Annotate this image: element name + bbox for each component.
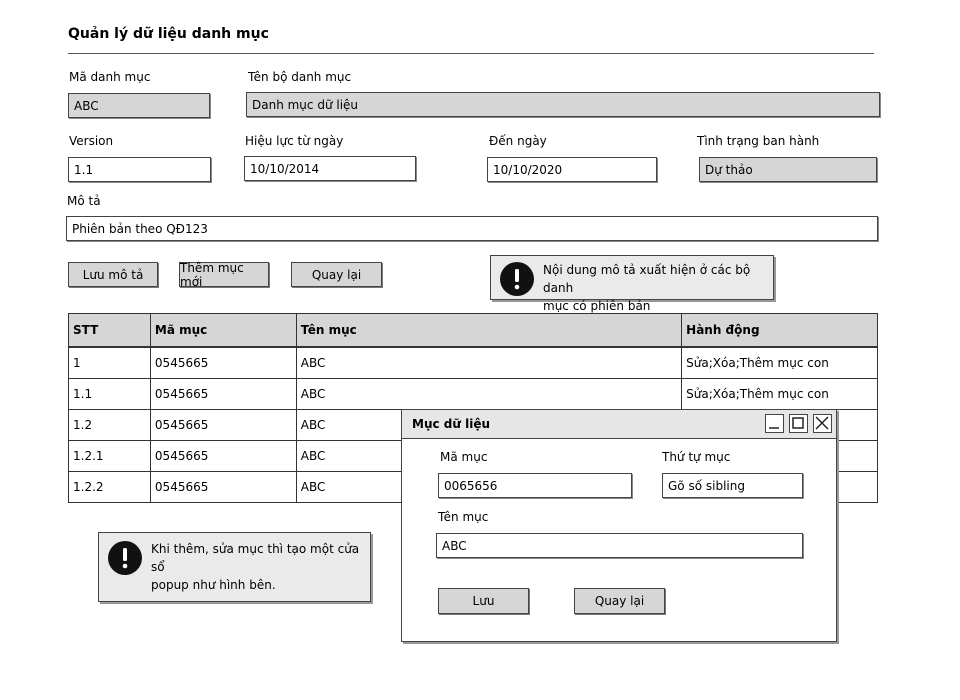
minimize-icon[interactable] (765, 414, 784, 433)
note1-line1: Nội dung mô tả xuất hiện ở các bộ danh (543, 263, 751, 295)
to-date-value: 10/10/2020 (493, 162, 563, 177)
name-value: Danh mục dữ liệu (252, 97, 359, 112)
maximize-icon[interactable] (789, 414, 808, 433)
cell-code: 0545665 (149, 346, 297, 379)
status-label: Tình trạng ban hành (697, 134, 820, 148)
add-item-button[interactable]: Thêm mục mới (179, 261, 269, 289)
from-date-value: 10/10/2014 (250, 161, 320, 176)
cell-code: 0545665 (149, 409, 297, 441)
table-header-row: STT Mã mục Tên mục Hành động (68, 313, 878, 348)
cell-stt: 1.2 (68, 409, 151, 441)
note2-line1: Khi thêm, sửa mục thì tạo một cửa sổ (151, 542, 360, 574)
warning-icon (108, 541, 142, 575)
close-icon[interactable] (813, 414, 832, 433)
status-field[interactable]: Dự thảo (699, 157, 877, 182)
dialog-order-label: Thứ tự mục (662, 450, 731, 464)
version-label: Version (69, 134, 114, 148)
cell-code: 0545665 (149, 440, 297, 472)
description-value: Phiên bản theo QĐ123 (72, 221, 208, 236)
cell-code: 0545665 (149, 378, 297, 410)
dialog-code-field[interactable]: 0065656 (438, 473, 632, 498)
cell-stt: 1.2.2 (68, 471, 151, 503)
dialog-title: Mục dữ liệu (412, 417, 490, 431)
dialog-order-placeholder: Gõ số sibling (668, 478, 745, 493)
header-stt: STT (68, 313, 151, 348)
cell-code: 0545665 (149, 471, 297, 503)
title-divider (68, 53, 874, 54)
cell-stt: 1.1 (68, 378, 151, 410)
cell-name: ABC (295, 346, 683, 379)
from-date-field[interactable]: 10/10/2014 (244, 156, 416, 181)
cell-stt: 1.2.1 (68, 440, 151, 472)
page-title: Quản lý dữ liệu danh mục (68, 26, 269, 42)
code-label: Mã danh mục (69, 70, 151, 84)
name-field[interactable]: Danh mục dữ liệu (246, 92, 880, 117)
description-field[interactable]: Phiên bản theo QĐ123 (66, 216, 878, 241)
save-description-button[interactable]: Lưu mô tả (68, 262, 158, 287)
name-label: Tên bộ danh mục (248, 70, 352, 84)
status-value: Dự thảo (705, 162, 753, 177)
to-date-field[interactable]: 10/10/2020 (487, 157, 657, 182)
dialog-name-label: Tên mục (438, 510, 489, 524)
header-name: Tên mục (295, 313, 683, 348)
cell-stt: 1 (68, 346, 151, 379)
code-field[interactable]: ABC (68, 93, 210, 118)
dialog-name-value: ABC (442, 538, 467, 553)
cell-name: ABC (295, 378, 683, 410)
table-row[interactable]: 1.1 0545665 ABC Sửa;Xóa;Thêm mục con (68, 378, 878, 410)
popup-note: Khi thêm, sửa mục thì tạo một cửa sổ pop… (98, 532, 371, 602)
note2-line2: popup như hình bên. (151, 578, 276, 592)
dialog-save-button[interactable]: Lưu (438, 588, 529, 614)
code-value: ABC (74, 98, 99, 113)
version-field[interactable]: 1.1 (68, 157, 211, 182)
header-actions: Hành động (681, 313, 878, 348)
description-note: Nội dung mô tả xuất hiện ở các bộ danh m… (490, 255, 774, 313)
dialog-back-button[interactable]: Quay lại (574, 588, 665, 614)
warning-icon (500, 262, 534, 296)
cell-actions[interactable]: Sửa;Xóa;Thêm mục con (681, 346, 878, 379)
description-label: Mô tả (67, 194, 101, 208)
back-button[interactable]: Quay lại (291, 262, 382, 287)
dialog-code-label: Mã mục (440, 450, 488, 464)
from-date-label: Hiệu lực từ ngày (245, 134, 344, 148)
version-value: 1.1 (74, 162, 94, 177)
cell-actions[interactable]: Sửa;Xóa;Thêm mục con (681, 378, 878, 410)
dialog-code-value: 0065656 (444, 478, 498, 493)
dialog-order-field[interactable]: Gõ số sibling (662, 473, 803, 498)
item-dialog: Mục dữ liệu Mã mục 0065656 Thứ tự mục Gõ… (401, 409, 837, 642)
to-date-label: Đến ngày (489, 134, 547, 148)
table-row[interactable]: 1 0545665 ABC Sửa;Xóa;Thêm mục con (68, 346, 878, 379)
header-code: Mã mục (149, 313, 297, 348)
dialog-name-field[interactable]: ABC (436, 533, 803, 558)
